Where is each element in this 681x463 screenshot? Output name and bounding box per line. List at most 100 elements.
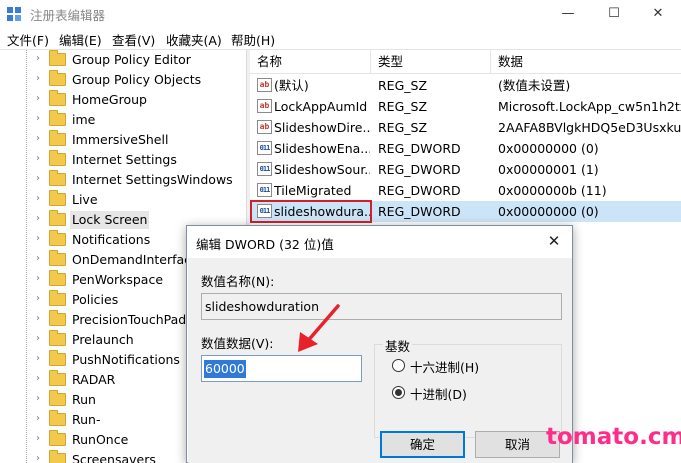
- value-data: 0x00000000 (0): [498, 204, 599, 219]
- close-button[interactable]: ✕: [635, 0, 681, 28]
- column-header-data[interactable]: 数据: [491, 50, 681, 74]
- expand-chevron-icon[interactable]: ›: [36, 73, 40, 84]
- value-name-label: 数值名称(N):: [201, 274, 275, 289]
- tree-item-label: Run: [72, 392, 96, 407]
- value-name: LockAppAumId: [274, 99, 368, 114]
- tree-item-label: Run-: [72, 412, 101, 427]
- expand-chevron-icon[interactable]: ›: [36, 233, 40, 244]
- tree-item[interactable]: › Group Policy Objects: [34, 70, 246, 90]
- folder-icon: [49, 450, 66, 463]
- folder-icon: [49, 210, 66, 226]
- expand-chevron-icon[interactable]: ›: [36, 253, 40, 264]
- folder-icon: [49, 170, 66, 186]
- value-data: Microsoft.LockApp_cw5n1h2txy: [498, 99, 681, 114]
- menu-edit[interactable]: 编辑(E): [59, 30, 102, 49]
- tree-item-label: RunOnce: [72, 432, 129, 447]
- tree-item-label: ImmersiveShell: [72, 132, 169, 147]
- menu-view[interactable]: 查看(V): [112, 30, 155, 49]
- tree-item-label: RADAR: [72, 372, 116, 387]
- table-row[interactable]: ab (默认) REG_SZ (数值未设置): [250, 75, 681, 96]
- expand-chevron-icon[interactable]: ›: [36, 353, 40, 364]
- string-value-icon: ab: [257, 78, 272, 92]
- menu-favorites[interactable]: 收藏夹(A): [166, 30, 222, 49]
- decimal-radio[interactable]: [392, 386, 405, 399]
- expand-chevron-icon[interactable]: ›: [36, 453, 40, 463]
- table-row[interactable]: 011 SlideshowEna... REG_DWORD 0x00000000 (0…: [250, 138, 681, 159]
- tree-item-label: ime: [72, 112, 96, 127]
- binary-value-icon: 011: [257, 141, 272, 155]
- value-data: 0x0000000b (11): [498, 183, 607, 198]
- tree-guide-line: [26, 50, 27, 463]
- table-row[interactable]: 011 slideshowdura... REG_DWORD 0x00000000 (…: [250, 200, 681, 223]
- maximize-button[interactable]: ☐: [591, 0, 637, 28]
- table-row[interactable]: ab LockAppAumId REG_SZ Microsoft.LockApp_cw…: [250, 96, 681, 117]
- highlight-box: [250, 200, 372, 223]
- registry-editor-icon: [7, 7, 21, 21]
- hex-radio-label[interactable]: 十六进制(H): [410, 357, 479, 376]
- value-name: SlideshowDire...: [274, 120, 370, 135]
- expand-chevron-icon[interactable]: ›: [36, 213, 40, 224]
- value-data-input[interactable]: 60000: [201, 355, 362, 382]
- folder-icon: [49, 370, 66, 386]
- table-row[interactable]: 011 TileMigrated REG_DWORD 0x0000000b (11): [250, 180, 681, 201]
- base-label: 基数: [383, 336, 413, 355]
- tree-item-label: PushNotifications: [72, 352, 180, 367]
- folder-icon: [49, 70, 66, 86]
- folder-icon: [49, 430, 66, 446]
- tree-item[interactable]: › ImmersiveShell: [34, 130, 246, 150]
- value-name: SlideshowEna...: [274, 141, 370, 156]
- expand-chevron-icon[interactable]: ›: [36, 133, 40, 144]
- expand-chevron-icon[interactable]: ›: [36, 153, 40, 164]
- dialog-title: 编辑 DWORD (32 位)值: [196, 237, 334, 252]
- value-type: REG_DWORD: [378, 141, 461, 156]
- folder-icon: [49, 270, 66, 286]
- expand-chevron-icon[interactable]: ›: [36, 393, 40, 404]
- expand-chevron-icon[interactable]: ›: [36, 273, 40, 284]
- decimal-radio-label[interactable]: 十进制(D): [410, 384, 467, 403]
- value-type: REG_DWORD: [378, 162, 461, 177]
- folder-icon: [49, 110, 66, 126]
- expand-chevron-icon[interactable]: ›: [36, 53, 40, 64]
- expand-chevron-icon[interactable]: ›: [36, 413, 40, 424]
- tree-item[interactable]: › ime: [34, 110, 246, 130]
- menu-help[interactable]: 帮助(H): [231, 30, 275, 49]
- tree-item[interactable]: › Internet SettingsWindows: [34, 170, 246, 190]
- tree-item[interactable]: › Internet Settings: [34, 150, 246, 170]
- value-name: TileMigrated: [274, 183, 352, 198]
- expand-chevron-icon[interactable]: ›: [36, 433, 40, 444]
- tree-item-label: Lock Screen: [70, 211, 150, 229]
- string-value-icon: ab: [257, 120, 272, 134]
- table-row[interactable]: ab SlideshowDire... REG_SZ 2AAFA8BVlgkHDQ5e…: [250, 117, 681, 138]
- folder-icon: [49, 190, 66, 206]
- table-row[interactable]: 011 SlideshowSour... REG_DWORD 0x00000001 (…: [250, 159, 681, 180]
- expand-chevron-icon[interactable]: ›: [36, 113, 40, 124]
- column-header-name[interactable]: 名称: [250, 50, 371, 74]
- dialog-close-button[interactable]: ✕: [542, 230, 566, 252]
- expand-chevron-icon[interactable]: ›: [36, 313, 40, 324]
- ok-button[interactable]: 确定: [380, 431, 465, 458]
- binary-value-icon: 011: [257, 162, 272, 176]
- column-header-type[interactable]: 类型: [371, 50, 491, 74]
- expand-chevron-icon[interactable]: ›: [36, 333, 40, 344]
- expand-chevron-icon[interactable]: ›: [36, 93, 40, 104]
- value-type: REG_DWORD: [378, 183, 461, 198]
- tree-item-label: Live: [72, 192, 98, 207]
- minimize-button[interactable]: —: [545, 0, 591, 28]
- value-name-field: slideshowduration: [201, 293, 562, 320]
- tree-item-label: HomeGroup: [72, 92, 147, 107]
- tree-item[interactable]: › Group Policy Editor: [34, 50, 246, 70]
- expand-chevron-icon[interactable]: ›: [36, 193, 40, 204]
- hex-radio[interactable]: [392, 359, 405, 372]
- folder-icon: [49, 150, 66, 166]
- expand-chevron-icon[interactable]: ›: [36, 173, 40, 184]
- expand-chevron-icon[interactable]: ›: [36, 293, 40, 304]
- expand-chevron-icon[interactable]: ›: [36, 373, 40, 384]
- watermark: tomato.cm: [546, 424, 681, 450]
- tree-item-label: Prelaunch: [72, 332, 134, 347]
- tree-item[interactable]: › Live: [34, 190, 246, 210]
- value-type: REG_DWORD: [378, 204, 461, 219]
- menu-file[interactable]: 文件(F): [7, 30, 49, 49]
- tree-item[interactable]: › HomeGroup: [34, 90, 246, 110]
- tree-item-label: PrecisionTouchPad: [72, 312, 187, 327]
- folder-icon: [49, 130, 66, 146]
